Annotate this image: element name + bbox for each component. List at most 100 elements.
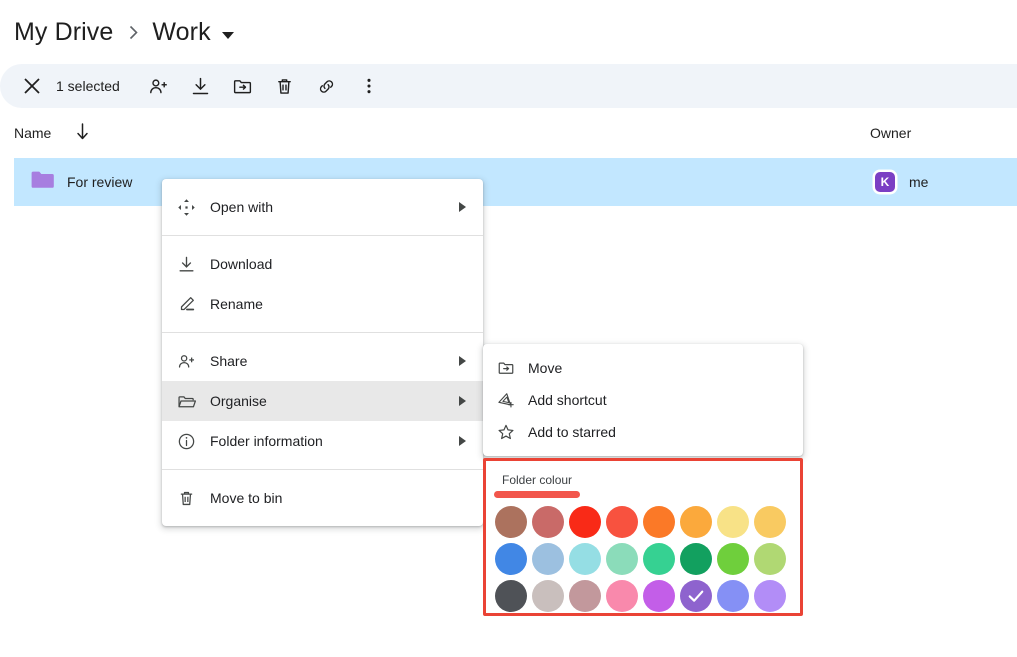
- folder-colour-panel: Folder colour: [483, 458, 803, 616]
- download-icon: [162, 255, 210, 274]
- colour-dot: [680, 506, 712, 538]
- pencil-icon: [162, 295, 210, 314]
- colour-swatch-rose-grey[interactable]: [567, 578, 603, 613]
- breadcrumb-current[interactable]: Work: [152, 18, 210, 47]
- menu-item-rename[interactable]: Rename: [162, 284, 483, 324]
- folder-icon: [31, 170, 54, 194]
- colour-dot: [643, 506, 675, 538]
- colour-dot: [532, 506, 564, 538]
- column-header-owner[interactable]: Owner: [870, 125, 911, 141]
- colour-swatch-light-grey[interactable]: [530, 578, 566, 613]
- star-outline-icon: [483, 423, 528, 441]
- colour-dot: [495, 580, 527, 612]
- menu-item-download[interactable]: Download: [162, 244, 483, 284]
- share-button[interactable]: [138, 66, 180, 106]
- colour-dot: [680, 580, 712, 612]
- menu-divider: [162, 332, 483, 333]
- menu-item-label: Organise: [210, 393, 267, 409]
- colour-swatch-purple[interactable]: [678, 578, 714, 613]
- colour-dot: [532, 543, 564, 575]
- colour-swatch-golden-yellow[interactable]: [752, 504, 788, 540]
- folder-colour-swatch-grid: [493, 504, 800, 613]
- colour-dot: [495, 506, 527, 538]
- colour-swatch-light-green[interactable]: [715, 541, 751, 577]
- colour-dot: [754, 543, 786, 575]
- colour-dot: [606, 580, 638, 612]
- column-headers: Name Owner: [0, 108, 1017, 158]
- arrow-down-icon[interactable]: [74, 122, 91, 146]
- colour-dot: [717, 543, 749, 575]
- menu-divider: [162, 235, 483, 236]
- column-header-name[interactable]: Name: [14, 125, 51, 141]
- colour-swatch-dark-green[interactable]: [678, 541, 714, 577]
- organise-submenu: Move Add shortcut Add to starred: [483, 344, 803, 456]
- menu-item-folder-information[interactable]: Folder information: [162, 421, 483, 461]
- colour-dot: [569, 580, 601, 612]
- colour-swatch-brown[interactable]: [493, 504, 529, 540]
- info-icon: [162, 432, 210, 451]
- colour-dot: [643, 580, 675, 612]
- submenu-item-label: Move: [528, 360, 563, 376]
- folder-open-icon: [162, 392, 210, 411]
- drive-file-list-page: My Drive Work 1 selected Name Owner For …: [0, 0, 1017, 657]
- colour-dot: [754, 506, 786, 538]
- colour-swatch-green[interactable]: [641, 541, 677, 577]
- submenu-item-add-to-starred[interactable]: Add to starred: [483, 416, 803, 448]
- colour-dot: [606, 543, 638, 575]
- delete-button[interactable]: [264, 66, 306, 106]
- menu-item-label: Open with: [210, 199, 274, 215]
- move-button[interactable]: [222, 66, 264, 106]
- chevron-right-icon: [129, 25, 139, 40]
- submenu-arrow-icon: [459, 436, 466, 446]
- colour-swatch-dark-grey[interactable]: [493, 578, 529, 613]
- colour-swatch-dusty-rose[interactable]: [530, 504, 566, 540]
- menu-item-share[interactable]: Share: [162, 341, 483, 381]
- copy-link-button[interactable]: [306, 66, 348, 106]
- colour-swatch-red[interactable]: [567, 504, 603, 540]
- avatar: K: [875, 172, 895, 192]
- selection-toolbar: 1 selected: [0, 64, 1017, 108]
- menu-item-open-with[interactable]: Open with: [162, 187, 483, 227]
- context-menu: Open with Download Rename Share Organise…: [162, 179, 483, 526]
- menu-item-organise[interactable]: Organise: [162, 381, 483, 421]
- colour-swatch-yellow-green[interactable]: [752, 541, 788, 577]
- download-button[interactable]: [180, 66, 222, 106]
- more-options-button[interactable]: [348, 66, 390, 106]
- colour-swatch-light-blue[interactable]: [530, 541, 566, 577]
- colour-swatch-coral-red[interactable]: [604, 504, 640, 540]
- submenu-item-move[interactable]: Move: [483, 352, 803, 384]
- colour-swatch-light-purple[interactable]: [752, 578, 788, 613]
- colour-swatch-light-orange[interactable]: [678, 504, 714, 540]
- menu-divider: [162, 469, 483, 470]
- colour-swatch-mint[interactable]: [604, 541, 640, 577]
- submenu-item-add-shortcut[interactable]: Add shortcut: [483, 384, 803, 416]
- owner-label: me: [909, 174, 929, 190]
- menu-item-label: Folder information: [210, 433, 323, 449]
- caret-down-icon[interactable]: [221, 31, 234, 39]
- trash-icon: [162, 489, 210, 508]
- submenu-arrow-icon: [459, 356, 466, 366]
- colour-swatch-pale-cyan[interactable]: [567, 541, 603, 577]
- close-icon[interactable]: [12, 77, 52, 95]
- colour-swatch-pale-yellow[interactable]: [715, 504, 751, 540]
- person-add-icon: [162, 352, 210, 371]
- colour-dot: [606, 506, 638, 538]
- colour-swatch-pink[interactable]: [604, 578, 640, 613]
- folder-colour-underline: [494, 491, 580, 498]
- colour-dot: [717, 580, 749, 612]
- breadcrumb-root[interactable]: My Drive: [14, 18, 113, 47]
- add-shortcut-icon: [483, 391, 528, 409]
- colour-swatch-periwinkle[interactable]: [715, 578, 751, 613]
- colour-swatch-orange[interactable]: [641, 504, 677, 540]
- submenu-item-label: Add shortcut: [528, 392, 607, 408]
- colour-swatch-blue[interactable]: [493, 541, 529, 577]
- colour-swatch-orchid[interactable]: [641, 578, 677, 613]
- colour-dot: [680, 543, 712, 575]
- folder-colour-title: Folder colour: [502, 473, 573, 487]
- submenu-item-label: Add to starred: [528, 424, 616, 440]
- menu-item-move-to-bin[interactable]: Move to bin: [162, 478, 483, 518]
- menu-item-label: Move to bin: [210, 490, 283, 506]
- colour-dot: [532, 580, 564, 612]
- colour-dot: [754, 580, 786, 612]
- colour-dot: [569, 543, 601, 575]
